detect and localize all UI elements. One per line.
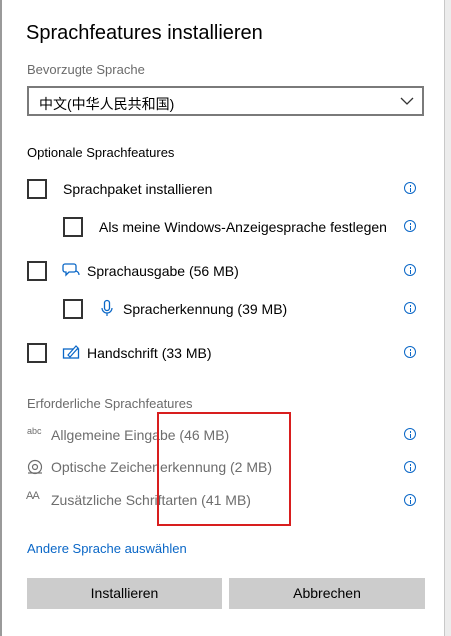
font-aa-icon: AA [26, 490, 40, 502]
abc-icon: abc [27, 426, 42, 436]
chevron-down-icon [400, 97, 414, 105]
text-to-speech-label: Sprachausgabe (56 MB) [87, 263, 239, 279]
preferred-language-label: Bevorzugte Sprache [27, 62, 145, 77]
info-icon[interactable] [404, 220, 416, 232]
speech-bubble-icon [62, 263, 80, 277]
info-icon[interactable] [404, 494, 416, 506]
speech-recognition-label: Spracherkennung (39 MB) [123, 301, 288, 317]
preferred-language-value: 中文(中华人民共和国) [39, 96, 175, 112]
optional-features-heading: Optionale Sprachfeatures [27, 145, 175, 160]
info-icon[interactable] [404, 346, 416, 358]
display-language-label: Als meine Windows-Anzeigesprache festleg… [99, 219, 387, 235]
language-pack-label: Sprachpaket installieren [63, 181, 213, 197]
pen-icon [62, 345, 80, 359]
install-button[interactable]: Installieren [27, 578, 222, 609]
display-language-checkbox[interactable] [63, 217, 83, 237]
choose-other-language-link[interactable]: Andere Sprache auswählen [27, 541, 187, 556]
general-input-label: Allgemeine Eingabe (46 MB) [51, 427, 230, 443]
handwriting-label: Handschrift (33 MB) [87, 345, 212, 361]
dialog-title: Sprachfeatures installieren [26, 22, 263, 44]
speech-recognition-checkbox[interactable] [63, 299, 83, 319]
required-features-heading: Erforderliche Sprachfeatures [27, 396, 193, 411]
info-icon[interactable] [404, 302, 416, 314]
ocr-label: Optische Zeichenerkennung (2 MB) [51, 459, 272, 475]
info-icon[interactable] [404, 461, 416, 473]
preferred-language-select[interactable]: 中文(中华人民共和国) [27, 86, 424, 116]
text-to-speech-checkbox[interactable] [27, 261, 47, 281]
cancel-button[interactable]: Abbrechen [229, 578, 425, 609]
window-scrollbar-edge [444, 0, 451, 636]
info-icon[interactable] [404, 182, 416, 194]
microphone-icon [101, 299, 113, 316]
additional-fonts-label: Zusätzliche Schriftarten (41 MB) [51, 492, 251, 508]
language-pack-checkbox[interactable] [27, 179, 47, 199]
info-icon[interactable] [404, 264, 416, 276]
ocr-eye-icon [27, 459, 43, 475]
handwriting-checkbox[interactable] [27, 343, 47, 363]
window-left-edge [0, 0, 2, 636]
info-icon[interactable] [404, 428, 416, 440]
